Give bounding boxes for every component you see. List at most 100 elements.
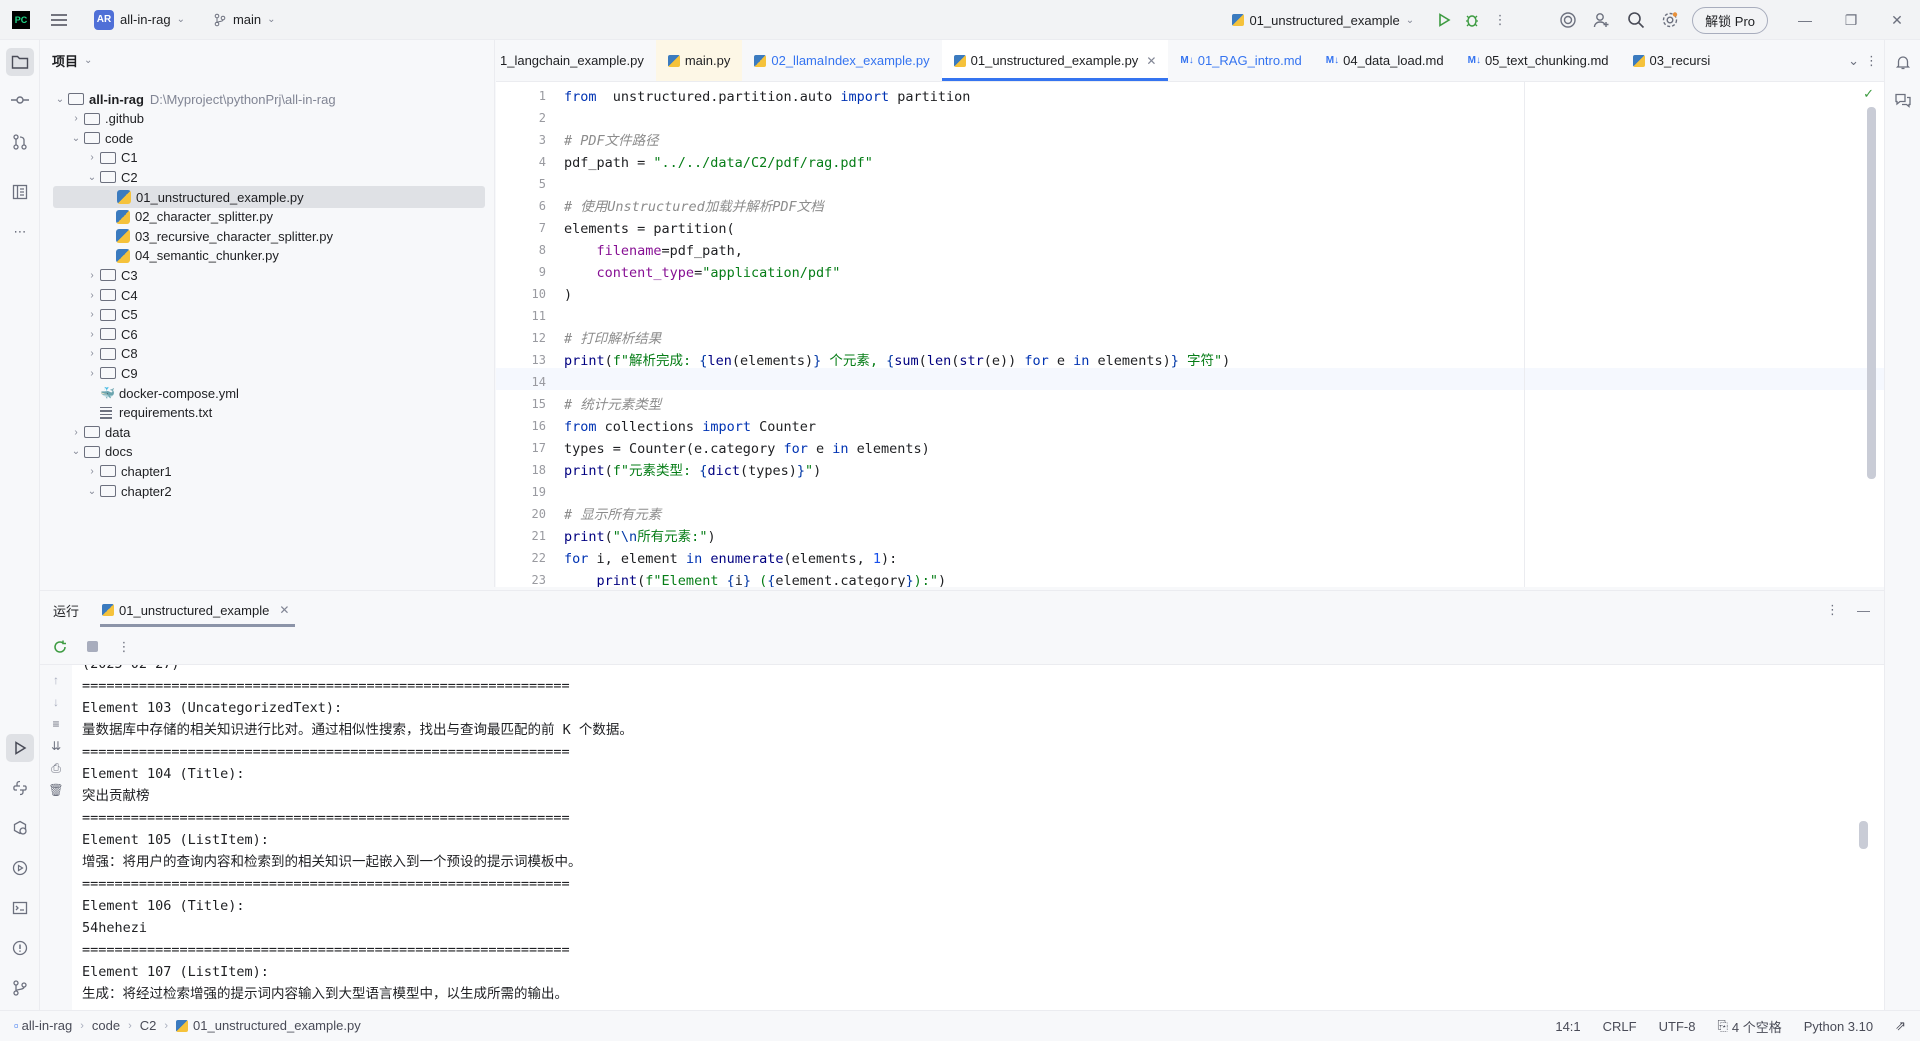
code-token: element.category	[775, 573, 906, 587]
project-panel: 项目 ⌄ ⌄ all-in-rag D:\Myproject\pythonPrj…	[40, 40, 495, 587]
run-config-selector[interactable]: 01_unstructured_example ⌄	[1226, 6, 1420, 34]
run-tab[interactable]: 01_unstructured_example ✕	[92, 591, 299, 629]
line-number: 18	[531, 463, 546, 477]
more-vertical-icon[interactable]: ⋮	[1865, 53, 1878, 69]
add-user-button[interactable]	[1588, 6, 1616, 34]
ai-chat-button[interactable]	[1889, 86, 1917, 114]
breadcrumb-item[interactable]: all-in-rag	[22, 1018, 73, 1033]
tree-item-label: C8	[121, 346, 138, 362]
more-actions-button[interactable]: ⋮	[1486, 6, 1514, 34]
docker-icon: 🐳	[100, 386, 115, 400]
console-line: 54hehezi	[82, 920, 148, 936]
indent-setting[interactable]: ⎘ 4 个空格	[1717, 1017, 1781, 1036]
project-panel-header[interactable]: 项目 ⌄	[40, 40, 494, 80]
close-icon[interactable]: ✕	[279, 603, 289, 617]
debug-tool-button[interactable]	[6, 854, 34, 882]
editor-tab[interactable]: 01_unstructured_example.py ✕	[941, 40, 1169, 81]
close-window-button[interactable]: ✕	[1874, 0, 1920, 40]
branch-switcher[interactable]: main ⌄	[207, 6, 282, 34]
editor-tab[interactable]: 02_llamaIndex_example.py	[742, 40, 941, 81]
code-token: }	[796, 463, 805, 479]
python-file-icon	[1232, 14, 1245, 26]
folder-icon	[84, 132, 100, 145]
code-token: }	[1170, 353, 1179, 369]
run-tool-button[interactable]	[6, 734, 34, 762]
breadcrumb-item[interactable]: 01_unstructured_example.py	[193, 1018, 361, 1033]
code-token: "	[612, 529, 621, 545]
structure-tool-button[interactable]	[6, 178, 34, 206]
editor-scrollbar[interactable]	[1867, 107, 1876, 479]
main-menu-button[interactable]	[44, 6, 74, 34]
code-token: (elements)	[731, 353, 814, 369]
settings-button[interactable]	[1656, 6, 1684, 34]
code-line: filename=pdf_path,	[564, 240, 743, 262]
commit-tool-button[interactable]	[6, 86, 34, 114]
code-token: # 使用Unstructured加载并解析PDF文档	[564, 199, 824, 215]
soft-wrap-icon[interactable]: ≡	[48, 717, 64, 733]
debug-button[interactable]	[1458, 6, 1486, 34]
editor-tab[interactable]: main.py	[655, 40, 743, 81]
arrow-up-icon[interactable]: ↑	[48, 673, 64, 689]
services-tool-button[interactable]	[6, 814, 34, 842]
chevron-right-icon: ›	[164, 1019, 169, 1032]
chevron-down-icon[interactable]: ⌄	[1848, 53, 1859, 69]
more-tools-button[interactable]: ⋯	[6, 218, 34, 246]
python-file-icon	[117, 190, 131, 204]
branch-name: main	[232, 12, 262, 27]
code-line: # PDF文件路径	[564, 130, 659, 152]
run-more-button[interactable]: ⋮	[110, 633, 138, 661]
rerun-button[interactable]	[46, 633, 74, 661]
scroll-to-end-icon[interactable]: ⇊	[48, 739, 64, 755]
chevron-expanded-icon: ⌄	[55, 93, 65, 105]
minimize-button[interactable]: —	[1782, 0, 1828, 40]
run-button[interactable]	[1430, 6, 1458, 34]
project-switcher[interactable]: AR all-in-rag ⌄	[88, 6, 191, 34]
arrow-down-icon[interactable]: ↓	[48, 695, 64, 711]
tree-item[interactable]: ⌄ chapter2	[52, 480, 484, 502]
more-vertical-icon[interactable]: ⋮	[1826, 602, 1839, 618]
code-token: =pdf_path,	[661, 243, 743, 259]
restore-button[interactable]: ❐	[1828, 0, 1874, 40]
project-tool-button[interactable]	[6, 48, 34, 76]
code-editor[interactable]: 1 2 3 4 5 6 7 8 9 10 11 12 13 14 15 16 17 18 19 20 21 22 23 fr…	[496, 82, 1884, 587]
editor-tab[interactable]: M↓ 01_RAG_intro.md	[1168, 40, 1313, 81]
editor-tab[interactable]: 03_recursi	[1621, 40, 1723, 81]
breadcrumb-item[interactable]: code	[92, 1018, 120, 1033]
module-icon: ▫	[14, 1018, 19, 1033]
print-icon[interactable]: ⎙	[48, 761, 64, 777]
problems-tool-button[interactable]	[6, 934, 34, 962]
search-button[interactable]	[1622, 6, 1650, 34]
editor-tab[interactable]: M↓ 05_text_chunking.md	[1456, 40, 1621, 81]
read-only-toggle-icon[interactable]: ⇗	[1895, 1018, 1906, 1034]
ai-assistant-button[interactable]	[1554, 6, 1582, 34]
breadcrumb-item[interactable]: C2	[140, 1018, 157, 1033]
notifications-button[interactable]	[1889, 48, 1917, 76]
line-separator[interactable]: CRLF	[1603, 1019, 1637, 1034]
git-tool-button[interactable]	[6, 974, 34, 1002]
code-line: print(f"Element {i} ({element.category})…	[564, 570, 947, 587]
stop-button[interactable]	[78, 633, 106, 661]
file-encoding[interactable]: UTF-8	[1659, 1019, 1696, 1034]
python-packages-tool-button[interactable]	[6, 774, 34, 802]
console-line: Element 103 (UncategorizedText):	[82, 700, 343, 716]
unlock-pro-button[interactable]: 解锁 Pro	[1692, 6, 1768, 34]
cursor-position[interactable]: 14:1	[1555, 1019, 1580, 1034]
editor-tab[interactable]: 1_langchain_example.py	[496, 40, 656, 81]
trash-icon[interactable]: 🗑	[48, 783, 64, 799]
console-output[interactable]: (2025-02-27) ============================…	[72, 665, 1868, 1011]
console-scrollbar[interactable]	[1859, 821, 1868, 849]
code-token: f"Element	[645, 573, 727, 587]
project-panel-title: 项目	[52, 53, 79, 69]
minimize-panel-icon[interactable]: —	[1857, 603, 1870, 618]
code-token: }	[742, 573, 751, 587]
editor-tab[interactable]: M↓ 04_data_load.md	[1314, 40, 1456, 81]
terminal-tool-button[interactable]	[6, 894, 34, 922]
console-line: ========================================…	[82, 810, 570, 826]
pull-requests-tool-button[interactable]	[6, 128, 34, 156]
code-token: sum	[894, 353, 919, 369]
chevron-down-icon: ⌄	[176, 14, 185, 25]
chevron-down-icon: ⌄	[1405, 14, 1415, 26]
chevron-right-icon: ›	[74, 113, 78, 125]
close-icon[interactable]: ✕	[1146, 54, 1156, 68]
python-interpreter[interactable]: Python 3.10	[1804, 1019, 1873, 1034]
